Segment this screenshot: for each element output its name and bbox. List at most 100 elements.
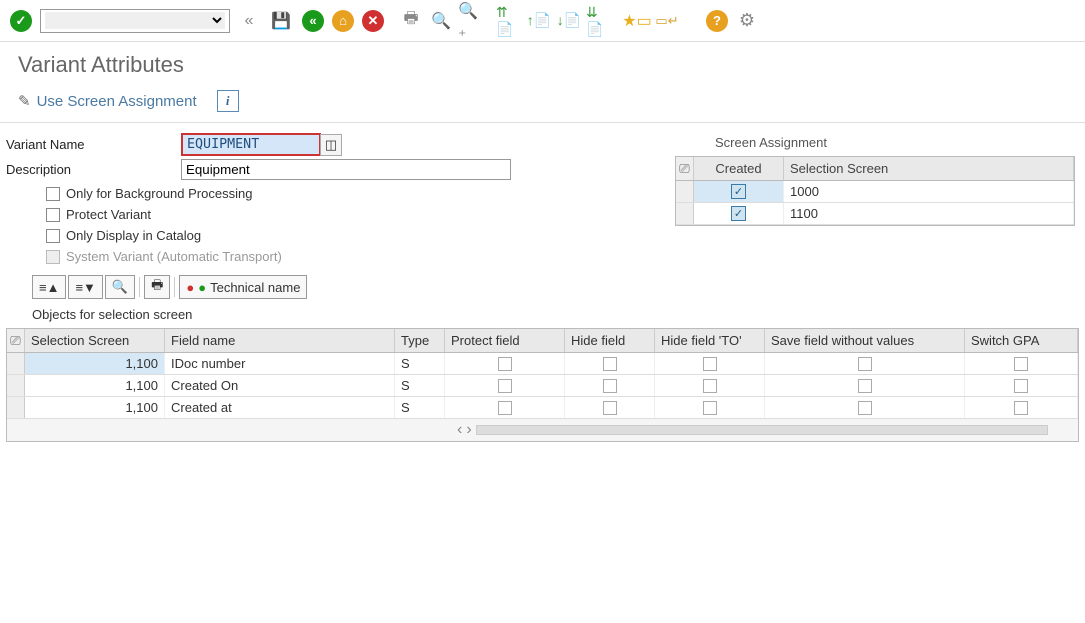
settings-icon[interactable]: ⚙ — [734, 8, 760, 34]
use-screen-assignment-link[interactable]: ✎ Use Screen Assignment — [18, 92, 197, 110]
table-row[interactable]: 1,100 IDoc number S — [7, 353, 1078, 375]
row-selector[interactable] — [7, 397, 25, 418]
screen-cell: 1,100 — [25, 397, 165, 418]
protect-field-checkbox[interactable] — [498, 357, 512, 371]
separator — [174, 277, 175, 297]
hide-field-checkbox[interactable] — [603, 357, 617, 371]
protect-variant-checkbox[interactable] — [46, 208, 60, 222]
row-selector-header-icon[interactable]: ⎚ — [7, 329, 25, 352]
bg-processing-checkbox[interactable] — [46, 187, 60, 201]
info-button[interactable]: i — [217, 90, 239, 112]
protect-variant-label: Protect Variant — [66, 207, 151, 222]
scroll-track[interactable] — [476, 425, 1048, 435]
page-title: Variant Attributes — [0, 42, 1085, 84]
type-cell: S — [395, 375, 445, 396]
col-selection-screen: Selection Screen — [25, 329, 165, 352]
description-label: Description — [6, 162, 181, 177]
command-combo[interactable] — [40, 9, 230, 33]
table-row[interactable]: 1,100 Created at S — [7, 397, 1078, 419]
display-catalog-label: Only Display in Catalog — [66, 228, 201, 243]
technical-name-button[interactable]: ●● Technical name — [179, 275, 307, 299]
variant-name-input[interactable] — [181, 133, 321, 156]
switch-gpa-checkbox[interactable] — [1014, 379, 1028, 393]
form-column: Variant Name ◫ Description Only for Back… — [6, 133, 655, 267]
field-cell: Created at — [165, 397, 395, 418]
exit-button[interactable]: ⌂ — [330, 8, 356, 34]
sort-asc-button[interactable]: ≡▲ — [32, 275, 66, 299]
objects-section-label: Objects for selection screen — [0, 303, 1085, 326]
app-toolbar: ✓ « 💾 « ⌂ ✕ 🖶 🔍 🔍₊ ⇈📄 ↑📄 ↓📄 ⇊📄 ★▭ ▭↵ ? ⚙ — [0, 0, 1085, 42]
table-row[interactable]: 1,100 Created On S — [7, 375, 1078, 397]
favorite-icon[interactable]: ★▭ — [624, 8, 650, 34]
scroll-left-icon[interactable]: ‹ — [457, 421, 462, 439]
col-protect-field: Protect field — [445, 329, 565, 352]
created-checkbox[interactable]: ✓ — [731, 184, 746, 199]
print-button[interactable]: 🖶 — [144, 275, 170, 299]
layout-icon[interactable]: ▭↵ — [654, 8, 680, 34]
type-cell: S — [395, 397, 445, 418]
hide-field-checkbox[interactable] — [603, 401, 617, 415]
col-save-without-values: Save field without values — [765, 329, 965, 352]
print-icon[interactable]: 🖶 — [398, 8, 424, 34]
bg-processing-label: Only for Background Processing — [66, 186, 252, 201]
protect-field-checkbox[interactable] — [498, 379, 512, 393]
row-selector[interactable] — [676, 203, 694, 224]
back-button[interactable]: « — [300, 8, 326, 34]
protect-field-checkbox[interactable] — [498, 401, 512, 415]
first-page-icon[interactable]: ⇈📄 — [496, 8, 522, 34]
screen-assignment-title: Screen Assignment — [675, 133, 1075, 156]
table-row[interactable]: ✓ 1100 — [676, 203, 1074, 225]
find-button[interactable]: 🔍 — [105, 275, 135, 299]
next-page-icon[interactable]: ↓📄 — [556, 8, 582, 34]
cancel-button[interactable]: ✕ — [360, 8, 386, 34]
pencil-icon: ✎ — [18, 92, 31, 110]
row-selector[interactable] — [7, 375, 25, 396]
display-catalog-checkbox[interactable] — [46, 229, 60, 243]
main-area: Variant Name ◫ Description Only for Back… — [0, 123, 1085, 267]
screen-cell: 1000 — [784, 181, 1074, 202]
created-checkbox[interactable]: ✓ — [731, 206, 746, 221]
variant-name-label: Variant Name — [6, 137, 181, 152]
prev-page-icon[interactable]: ↑📄 — [526, 8, 552, 34]
hide-field-to-checkbox[interactable] — [703, 357, 717, 371]
col-selection-screen: Selection Screen — [784, 157, 1074, 180]
objects-grid: ⎚ Selection Screen Field name Type Prote… — [6, 328, 1079, 442]
last-page-icon[interactable]: ⇊📄 — [586, 8, 612, 34]
objects-toolbar: ≡▲ ≡▼ 🔍 🖶 ●● Technical name — [32, 275, 1085, 299]
command-select[interactable] — [45, 12, 225, 29]
back-icon[interactable]: « — [236, 8, 262, 34]
screen-assignment-panel: Screen Assignment ⎚ Created Selection Sc… — [675, 133, 1075, 226]
variant-name-help-icon[interactable]: ◫ — [320, 134, 342, 156]
save-without-values-checkbox[interactable] — [858, 401, 872, 415]
field-cell: Created On — [165, 375, 395, 396]
find-next-icon[interactable]: 🔍₊ — [458, 8, 484, 34]
save-icon[interactable]: 💾 — [268, 8, 294, 34]
save-without-values-checkbox[interactable] — [858, 357, 872, 371]
row-selector[interactable] — [676, 181, 694, 202]
ok-button[interactable]: ✓ — [8, 8, 34, 34]
field-cell: IDoc number — [165, 353, 395, 374]
description-input[interactable] — [181, 159, 511, 180]
scroll-right-icon[interactable]: › — [466, 421, 471, 439]
sub-toolbar: ✎ Use Screen Assignment i — [0, 84, 1085, 123]
col-switch-gpa: Switch GPA — [965, 329, 1078, 352]
hide-field-to-checkbox[interactable] — [703, 401, 717, 415]
table-row[interactable]: ✓ 1000 — [676, 181, 1074, 203]
find-icon[interactable]: 🔍 — [428, 8, 454, 34]
type-cell: S — [395, 353, 445, 374]
screen-cell: 1100 — [784, 203, 1074, 224]
row-selector-header-icon[interactable]: ⎚ — [676, 157, 694, 180]
system-variant-checkbox — [46, 250, 60, 264]
switch-gpa-checkbox[interactable] — [1014, 357, 1028, 371]
row-selector[interactable] — [7, 353, 25, 374]
hide-field-to-checkbox[interactable] — [703, 379, 717, 393]
horizontal-scrollbar[interactable]: ‹ › — [7, 419, 1078, 441]
help-icon[interactable]: ? — [704, 8, 730, 34]
col-hide-field-to: Hide field 'TO' — [655, 329, 765, 352]
hide-field-checkbox[interactable] — [603, 379, 617, 393]
save-without-values-checkbox[interactable] — [858, 379, 872, 393]
switch-gpa-checkbox[interactable] — [1014, 401, 1028, 415]
col-hide-field: Hide field — [565, 329, 655, 352]
col-type: Type — [395, 329, 445, 352]
sort-desc-button[interactable]: ≡▼ — [68, 275, 102, 299]
